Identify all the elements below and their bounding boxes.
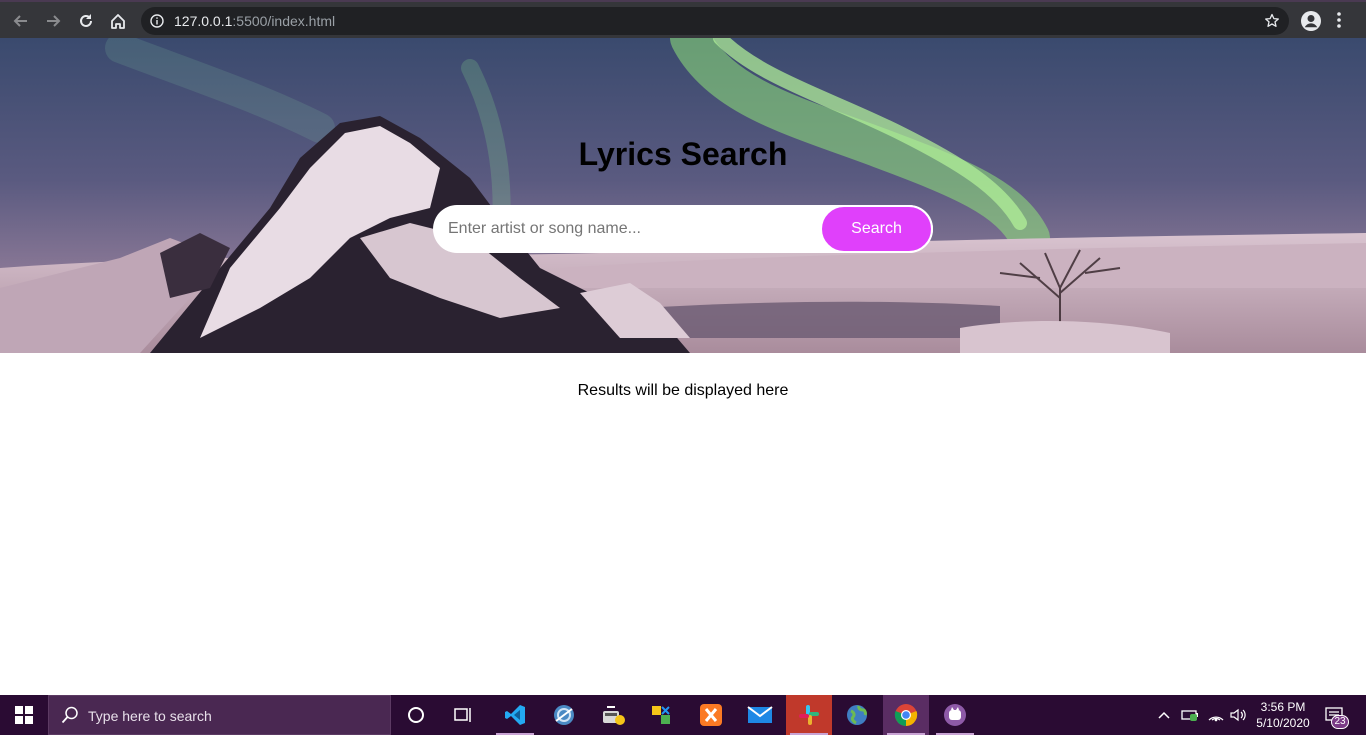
taskbar-search-box[interactable]: Type here to search <box>48 695 391 735</box>
app-icon[interactable] <box>638 695 684 735</box>
search-input[interactable] <box>433 205 818 253</box>
app-icon[interactable] <box>932 695 978 735</box>
home-icon[interactable] <box>105 8 131 34</box>
app-icon[interactable] <box>590 695 636 735</box>
hero-banner: Lyrics Search Search <box>0 38 1366 353</box>
clock-time: 3:56 PM <box>1260 700 1306 714</box>
taskbar-search-placeholder: Type here to search <box>88 708 212 724</box>
results-placeholder-text: Results will be displayed here <box>577 382 789 399</box>
search-form: Search <box>433 205 933 253</box>
taskbar-clock[interactable]: 3:56 PM 5/10/2020 <box>1250 699 1316 731</box>
vscode-icon[interactable] <box>492 695 538 735</box>
search-icon <box>61 706 79 729</box>
wifi-icon[interactable] <box>1205 695 1227 735</box>
slack-icon[interactable] <box>786 695 832 735</box>
task-view-icon[interactable] <box>440 695 486 735</box>
address-bar[interactable]: 127.0.0.1:5500/index.html <box>141 7 1289 35</box>
clock-date: 5/10/2020 <box>1256 716 1310 730</box>
profile-icon[interactable] <box>1300 10 1322 37</box>
back-arrow-icon[interactable] <box>8 8 34 34</box>
mail-icon[interactable] <box>737 695 783 735</box>
browser-toolbar: 127.0.0.1:5500/index.html <box>0 0 1366 38</box>
bookmark-star-icon[interactable] <box>1264 13 1280 34</box>
windows-start-icon[interactable] <box>0 695 48 735</box>
reload-icon[interactable] <box>73 8 99 34</box>
notification-count-badge: 23 <box>1331 715 1349 729</box>
chevron-up-icon[interactable] <box>1155 695 1173 735</box>
globe-icon[interactable] <box>834 695 880 735</box>
aurora-landscape-image <box>0 38 1366 353</box>
search-button[interactable]: Search <box>820 205 933 253</box>
windows-taskbar: Type here to search 3:56 PM 5/10/2020 23 <box>0 695 1366 735</box>
xampp-icon[interactable] <box>688 695 734 735</box>
app-icon[interactable] <box>541 695 587 735</box>
chrome-icon[interactable] <box>883 695 929 735</box>
info-icon[interactable] <box>150 14 164 33</box>
page-title: Lyrics Search <box>578 136 788 172</box>
cortana-icon[interactable] <box>393 695 439 735</box>
url-text: 127.0.0.1:5500/index.html <box>174 13 336 29</box>
volume-icon[interactable] <box>1227 695 1249 735</box>
forward-arrow-icon[interactable] <box>40 8 66 34</box>
battery-icon[interactable] <box>1179 695 1201 735</box>
kebab-menu-icon[interactable] <box>1336 11 1342 34</box>
